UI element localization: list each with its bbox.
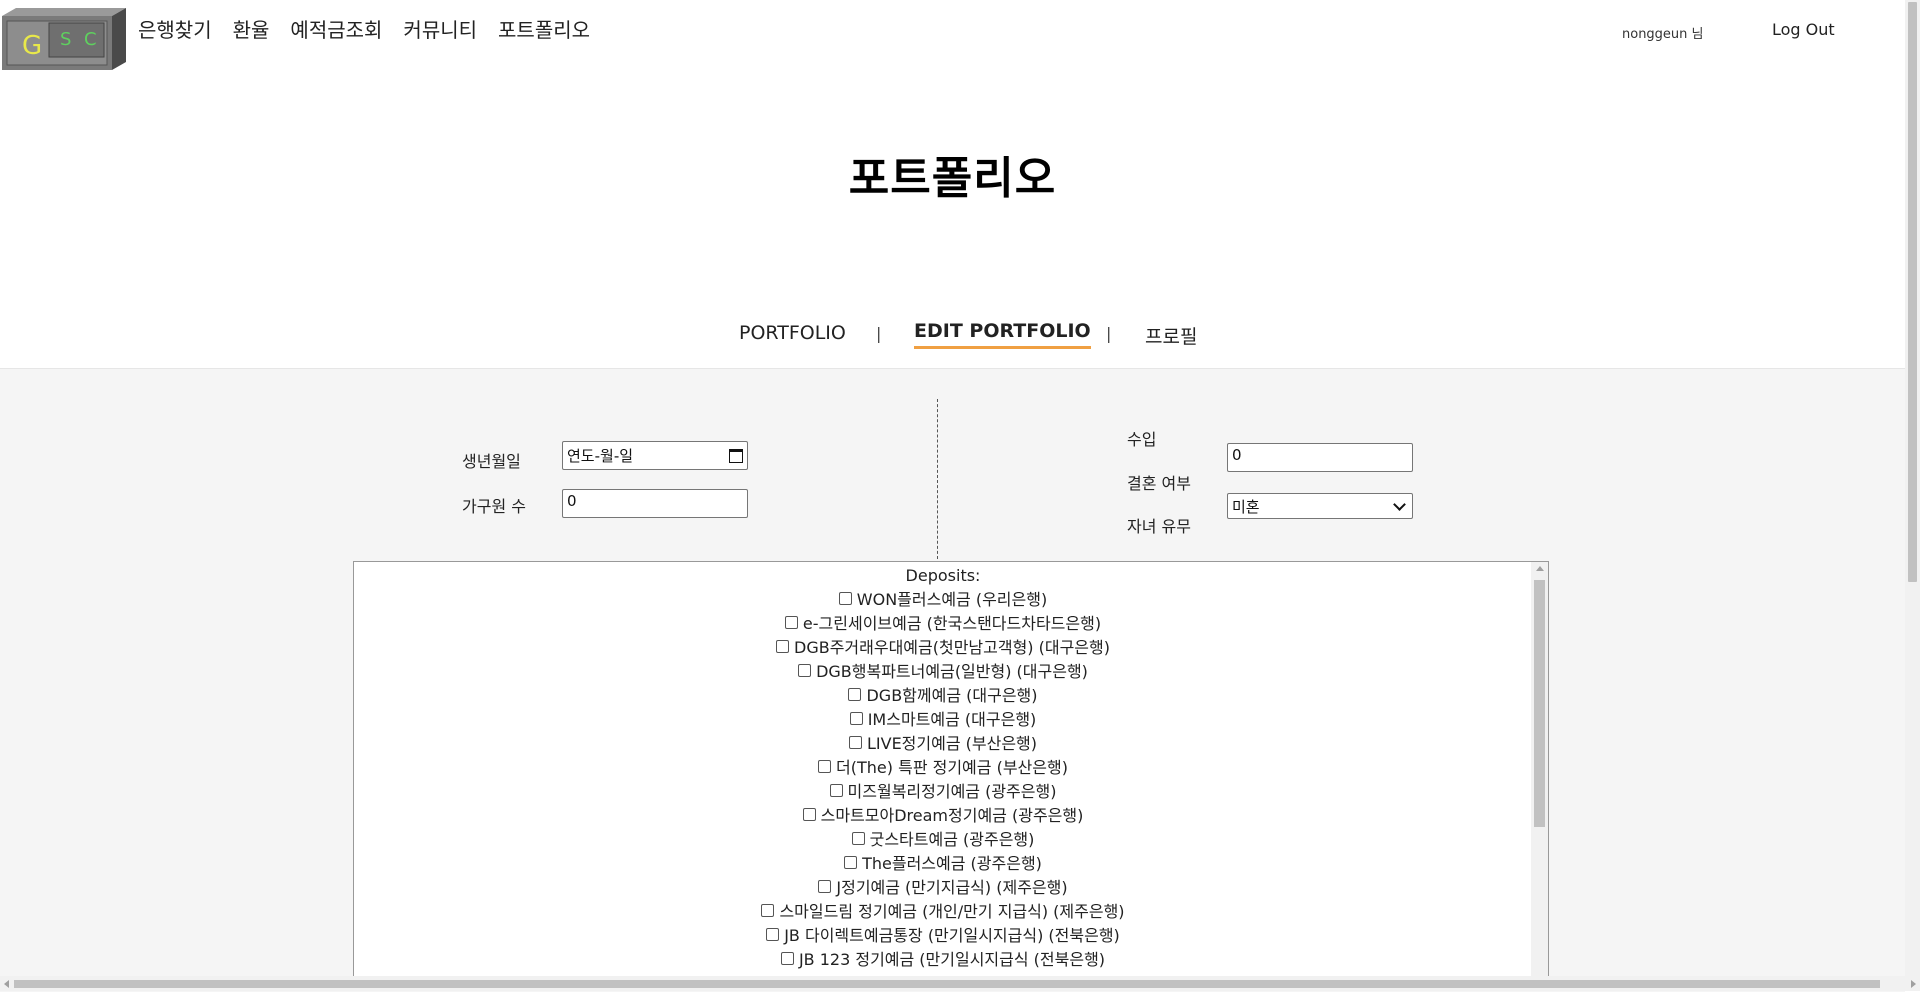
list-item: 더(The) 특판 정기예금 (부산은행): [354, 756, 1532, 780]
deposits-list: Deposits: WON플러스예금 (우리은행) e-그린세이브예금 (한국스…: [354, 562, 1532, 972]
main-nav: 은행찾기 환율 예적금조회 커뮤니티 포트폴리오: [138, 14, 611, 43]
list-item: DGB주거래우대예금(첫만남고객형) (대구은행): [354, 636, 1532, 660]
nav-bank-finder[interactable]: 은행찾기: [138, 14, 212, 43]
deposit-checkbox[interactable]: [848, 736, 862, 749]
tab-profile[interactable]: 프로필: [1145, 322, 1197, 349]
list-item: 스마트모아Dream정기예금 (광주은행): [354, 804, 1532, 828]
deposit-checkbox[interactable]: [838, 592, 852, 605]
page-horizontal-scrollbar[interactable]: [0, 976, 1920, 991]
page-vertical-scrollbar[interactable]: [1905, 0, 1920, 976]
list-item: WON플러스예금 (우리은행): [354, 588, 1532, 612]
scroll-right-icon[interactable]: [1911, 980, 1916, 988]
income-input[interactable]: 0: [1227, 443, 1413, 472]
list-item: J정기예금 (만기지급식) (제주은행): [354, 876, 1532, 900]
deposit-checkbox[interactable]: [802, 808, 816, 821]
portfolio-tabs: PORTFOLIO | EDIT PORTFOLIO | 프로필: [0, 318, 1905, 358]
nav-community[interactable]: 커뮤니티: [403, 14, 477, 43]
list-item: 스마일드림 정기예금 (개인/만기 지급식) (제주은행): [354, 900, 1532, 924]
page-title: 포트폴리오: [848, 153, 1057, 204]
deposit-checkbox[interactable]: [818, 880, 832, 893]
household-input[interactable]: 0: [562, 489, 748, 518]
marriage-select[interactable]: 미혼: [1227, 493, 1413, 519]
deposit-checkbox[interactable]: [844, 856, 858, 869]
deposit-checkbox[interactable]: [776, 640, 789, 653]
form-divider: [937, 399, 938, 564]
tab-separator: |: [876, 324, 882, 343]
deposit-checkbox[interactable]: [761, 904, 775, 917]
list-item: JB 다이렉트예금통장 (만기일시지급식) (전북은행): [354, 924, 1532, 948]
tab-portfolio[interactable]: PORTFOLIO: [739, 322, 846, 344]
vault-logo-icon[interactable]: G S C: [2, 6, 126, 70]
deposit-checkbox[interactable]: [818, 760, 832, 773]
deposits-list-box[interactable]: Deposits: WON플러스예금 (우리은행) e-그린세이브예금 (한국스…: [353, 561, 1549, 991]
site-header: G S C 은행찾기 환율 예적금조회 커뮤니티 포트폴리오 nonggeun …: [0, 0, 1905, 70]
nav-deposit-search[interactable]: 예적금조회: [290, 14, 382, 43]
household-label: 가구원 수: [462, 497, 526, 516]
deposit-checkbox[interactable]: [851, 832, 865, 845]
tab-edit-portfolio[interactable]: EDIT PORTFOLIO: [914, 320, 1091, 349]
user-greeting: nonggeun 님: [1622, 27, 1704, 42]
deposit-checkbox[interactable]: [848, 688, 862, 701]
calendar-icon[interactable]: [729, 448, 743, 463]
deposit-checkbox[interactable]: [784, 616, 798, 629]
children-label: 자녀 유무: [1127, 517, 1191, 536]
logo-letter-g: G: [22, 31, 42, 61]
list-item: DGB행복파트너예금(일반형) (대구은행): [354, 660, 1532, 684]
list-item: 미즈월복리정기예금 (광주은행): [354, 780, 1532, 804]
list-item: LIVE정기예금 (부산은행): [354, 732, 1532, 756]
list-item: JB 123 정기예금 (만기일시지급식 (전북은행): [354, 948, 1532, 972]
birthdate-value: 연도-월-일: [567, 447, 634, 465]
list-item: e-그린세이브예금 (한국스탠다드차타드은행): [354, 612, 1532, 636]
deposit-checkbox[interactable]: [849, 712, 863, 725]
tab-separator: |: [1106, 324, 1112, 343]
page-scroll-thumb[interactable]: [1908, 2, 1917, 582]
deposits-scrollbar[interactable]: [1531, 562, 1548, 990]
birthdate-input[interactable]: 연도-월-일: [562, 441, 748, 470]
deposit-checkbox[interactable]: [780, 952, 794, 965]
deposit-checkbox[interactable]: [829, 784, 843, 797]
deposit-checkbox[interactable]: [798, 664, 812, 677]
marriage-value: 미혼: [1232, 497, 1260, 516]
logo-letter-s: S: [60, 29, 71, 50]
nav-portfolio[interactable]: 포트폴리오: [498, 14, 590, 43]
scroll-left-icon[interactable]: [4, 980, 9, 988]
list-item: DGB함께예금 (대구은행): [354, 684, 1532, 708]
list-item: 굿스타트예금 (광주은행): [354, 828, 1532, 852]
list-item: The플러스예금 (광주은행): [354, 852, 1532, 876]
income-label: 수입: [1127, 430, 1157, 449]
deposits-scroll-thumb[interactable]: [1534, 580, 1545, 827]
scroll-up-icon[interactable]: [1536, 566, 1544, 571]
chevron-down-icon: [1393, 497, 1406, 511]
deposit-checkbox[interactable]: [766, 928, 780, 941]
marriage-label: 결혼 여부: [1127, 474, 1191, 493]
nav-exchange-rate[interactable]: 환율: [233, 14, 270, 43]
logout-link[interactable]: Log Out: [1772, 20, 1835, 39]
deposits-title: Deposits:: [905, 566, 981, 585]
logo-letter-c: C: [84, 29, 97, 50]
page-hscroll-thumb[interactable]: [14, 980, 1880, 988]
list-item: IM스마트예금 (대구은행): [354, 708, 1532, 732]
birth-label: 생년월일: [462, 452, 521, 471]
